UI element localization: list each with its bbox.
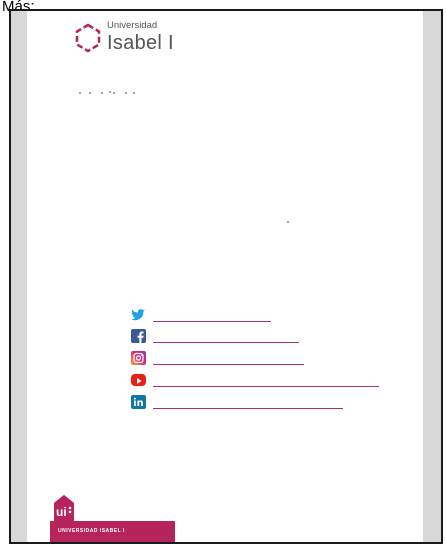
social-row-youtube[interactable]: [131, 373, 391, 389]
twitter-link[interactable]: [153, 321, 271, 322]
instagram-link[interactable]: [153, 364, 304, 365]
instagram-icon: [131, 351, 146, 365]
logo-isabel-word: Isabel I: [107, 32, 174, 54]
linkedin-link[interactable]: [153, 408, 343, 409]
linkedin-icon: [131, 395, 146, 409]
university-logo[interactable]: Universidad Isabel I: [73, 19, 213, 63]
social-row-facebook[interactable]: [131, 329, 321, 345]
stray-dot: [287, 221, 289, 223]
email-body: Universidad Isabel I ui UNIVERSIDAD ISAB…: [27, 11, 423, 542]
social-row-twitter[interactable]: [131, 308, 291, 324]
brand-badge-shape: ui: [50, 495, 175, 542]
hexagon-logo-icon: [75, 23, 101, 53]
youtube-icon: [131, 374, 146, 386]
footer-brand-badge[interactable]: ui UNIVERSIDAD ISABEL I: [50, 491, 175, 542]
twitter-icon: [131, 308, 146, 322]
facebook-link[interactable]: [153, 342, 299, 343]
youtube-link[interactable]: [153, 386, 379, 387]
email-preview-frame: Universidad Isabel I ui UNIVERSIDAD ISAB…: [9, 9, 443, 544]
faint-text-line: [79, 88, 159, 98]
svg-text:ui: ui: [56, 505, 67, 519]
social-row-instagram[interactable]: [131, 351, 321, 367]
social-row-linkedin[interactable]: [131, 395, 361, 411]
logo-university-word: Universidad: [107, 20, 158, 31]
footer-tagline: UNIVERSIDAD ISABEL I: [58, 528, 125, 534]
facebook-icon: [131, 329, 146, 343]
